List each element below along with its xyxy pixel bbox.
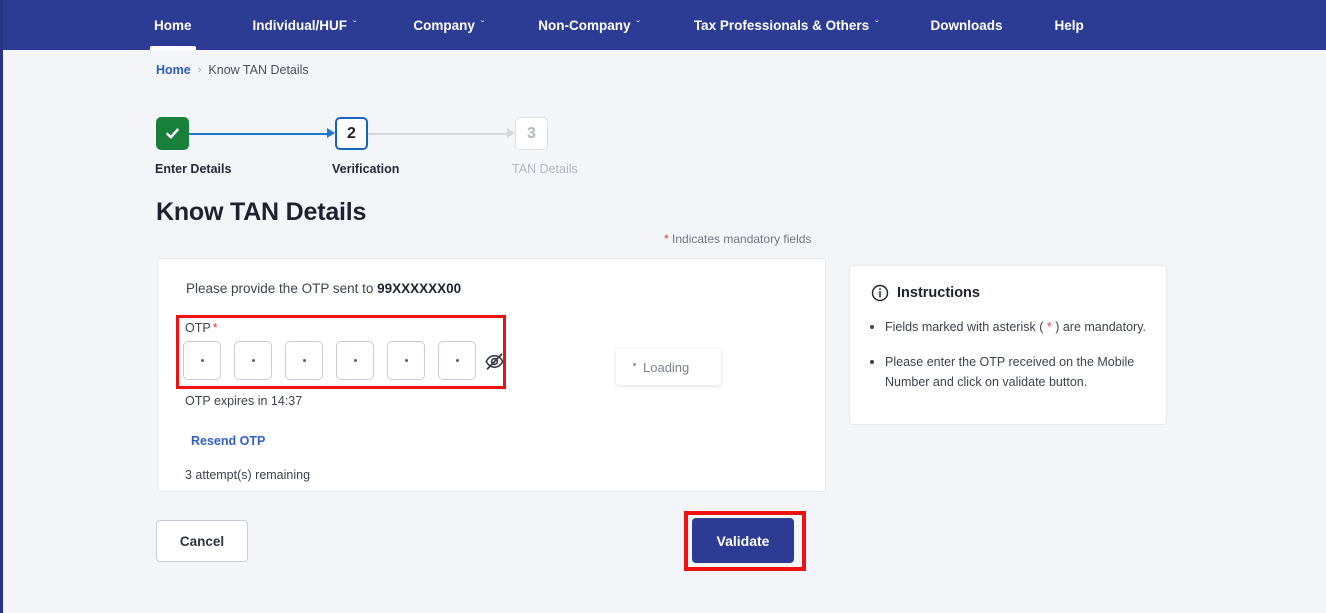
otp-sent-message: Please provide the OTP sent to 99XXXXXX0… (186, 281, 461, 296)
required-asterisk-icon: * (212, 321, 218, 335)
breadcrumb-link-home[interactable]: Home (156, 63, 191, 77)
chevron-down-icon: ˇ (480, 20, 485, 31)
nav-item-downloads[interactable]: Downloads (928, 0, 1004, 50)
instruction-item-1-after: ) are mandatory. (1051, 320, 1146, 334)
main-navigation-bar: Home Individual/HUF ˇ Company ˇ Non-Comp… (0, 0, 1326, 50)
attempts-remaining-text: 3 attempt(s) remaining (185, 468, 311, 482)
stepper-step-3-tan-details[interactable]: 3 (515, 117, 548, 150)
nav-item-individual-huf[interactable]: Individual/HUF ˇ (251, 0, 359, 50)
chevron-down-icon: ˇ (636, 20, 640, 31)
nav-item-individual-huf-label: Individual/HUF (252, 17, 348, 33)
stepper-step-1-label: Enter Details (155, 162, 232, 176)
stepper-step-2-number: 2 (347, 124, 356, 142)
otp-input-digit-4[interactable] (336, 341, 374, 380)
otp-visibility-toggle[interactable] (484, 351, 505, 372)
chevron-down-icon: ˇ (353, 20, 357, 31)
stepper-connector-1 (189, 133, 331, 135)
info-icon (871, 284, 889, 302)
otp-verification-card: Please provide the OTP sent to 99XXXXXX0… (157, 258, 826, 492)
instruction-item-2: Please enter the OTP received on the Mob… (868, 353, 1152, 392)
chevron-down-icon: ˇ (875, 20, 879, 31)
loading-indicator: Loading (616, 349, 721, 385)
nav-item-downloads-label: Downloads (930, 17, 1003, 33)
instructions-panel: Instructions Fields marked with asterisk… (849, 265, 1167, 425)
instruction-item-2-text: Please enter the OTP received on the Mob… (885, 355, 1135, 389)
instructions-list: Fields marked with asterisk ( * ) are ma… (868, 318, 1152, 408)
otp-sent-prefix: Please provide the OTP sent to (186, 281, 378, 296)
stepper-step-2-label: Verification (332, 162, 400, 176)
nav-item-home-label: Home (154, 17, 192, 33)
otp-input-digit-5[interactable] (387, 341, 425, 380)
otp-input-group[interactable] (183, 341, 476, 380)
stepper-step-3-label: TAN Details (512, 162, 578, 176)
nav-item-non-company[interactable]: Non-Company ˇ (536, 0, 642, 50)
otp-masked-dot (404, 359, 408, 362)
otp-masked-dot (455, 359, 459, 362)
cancel-button[interactable]: Cancel (156, 520, 248, 562)
spinner-icon (633, 362, 636, 366)
nav-item-help[interactable]: Help (1052, 0, 1085, 50)
resend-otp-link[interactable]: Resend OTP (191, 434, 265, 448)
instructions-header: Instructions (871, 284, 980, 302)
otp-input-digit-2[interactable] (234, 341, 272, 380)
progress-stepper: 2 3 Enter Details Verification TAN Detai… (155, 117, 616, 182)
stepper-arrow-2-icon (507, 128, 515, 138)
check-icon (166, 128, 179, 139)
nav-item-tax-professionals-others-label: Tax Professionals & Others (693, 17, 870, 33)
stepper-arrow-1-icon (327, 128, 335, 138)
nav-item-company-label: Company (413, 17, 475, 33)
stepper-step-1-enter-details[interactable] (156, 117, 189, 150)
otp-field-label-text: OTP (185, 321, 211, 335)
nav-item-tax-professionals-others[interactable]: Tax Professionals & Others ˇ (692, 0, 881, 50)
otp-input-digit-6[interactable] (438, 341, 476, 380)
instruction-item-1: Fields marked with asterisk ( * ) are ma… (868, 318, 1152, 337)
nav-item-non-company-label: Non-Company (538, 17, 631, 33)
loading-label: Loading (643, 359, 690, 375)
otp-masked-dot (353, 359, 357, 362)
breadcrumb-current-page: Know TAN Details (208, 63, 309, 77)
left-edge-strip (0, 0, 3, 613)
page-title: Know TAN Details (156, 198, 367, 226)
nav-item-help-label: Help (1054, 17, 1084, 33)
instructions-title: Instructions (897, 285, 980, 301)
masked-mobile-number: 99XXXXXX00 (377, 281, 462, 296)
nav-item-home[interactable]: Home (150, 0, 196, 50)
otp-field-label: OTP * (185, 321, 218, 335)
mandatory-note-text: Indicates mandatory fields (668, 232, 812, 246)
otp-masked-dot (251, 359, 255, 362)
otp-masked-dot (200, 359, 204, 362)
otp-expiry-timer: OTP expires in 14:37 (185, 394, 303, 408)
otp-input-digit-3[interactable] (285, 341, 323, 380)
stepper-connector-2 (368, 133, 510, 135)
validate-button[interactable]: Validate (692, 518, 794, 563)
otp-masked-dot (302, 359, 306, 362)
instruction-item-1-before: Fields marked with asterisk ( (885, 320, 1047, 334)
nav-items-container: Home Individual/HUF ˇ Company ˇ Non-Comp… (150, 0, 1086, 50)
stepper-step-3-number: 3 (527, 124, 536, 142)
otp-input-digit-1[interactable] (183, 341, 221, 380)
nav-item-company[interactable]: Company ˇ (411, 0, 486, 50)
breadcrumb: Home › Know TAN Details (156, 63, 309, 77)
stepper-step-2-verification[interactable]: 2 (335, 117, 368, 150)
mandatory-fields-note: * Indicates mandatory fields (664, 232, 811, 246)
eye-slash-icon (485, 353, 504, 370)
breadcrumb-separator-icon: › (197, 64, 202, 76)
